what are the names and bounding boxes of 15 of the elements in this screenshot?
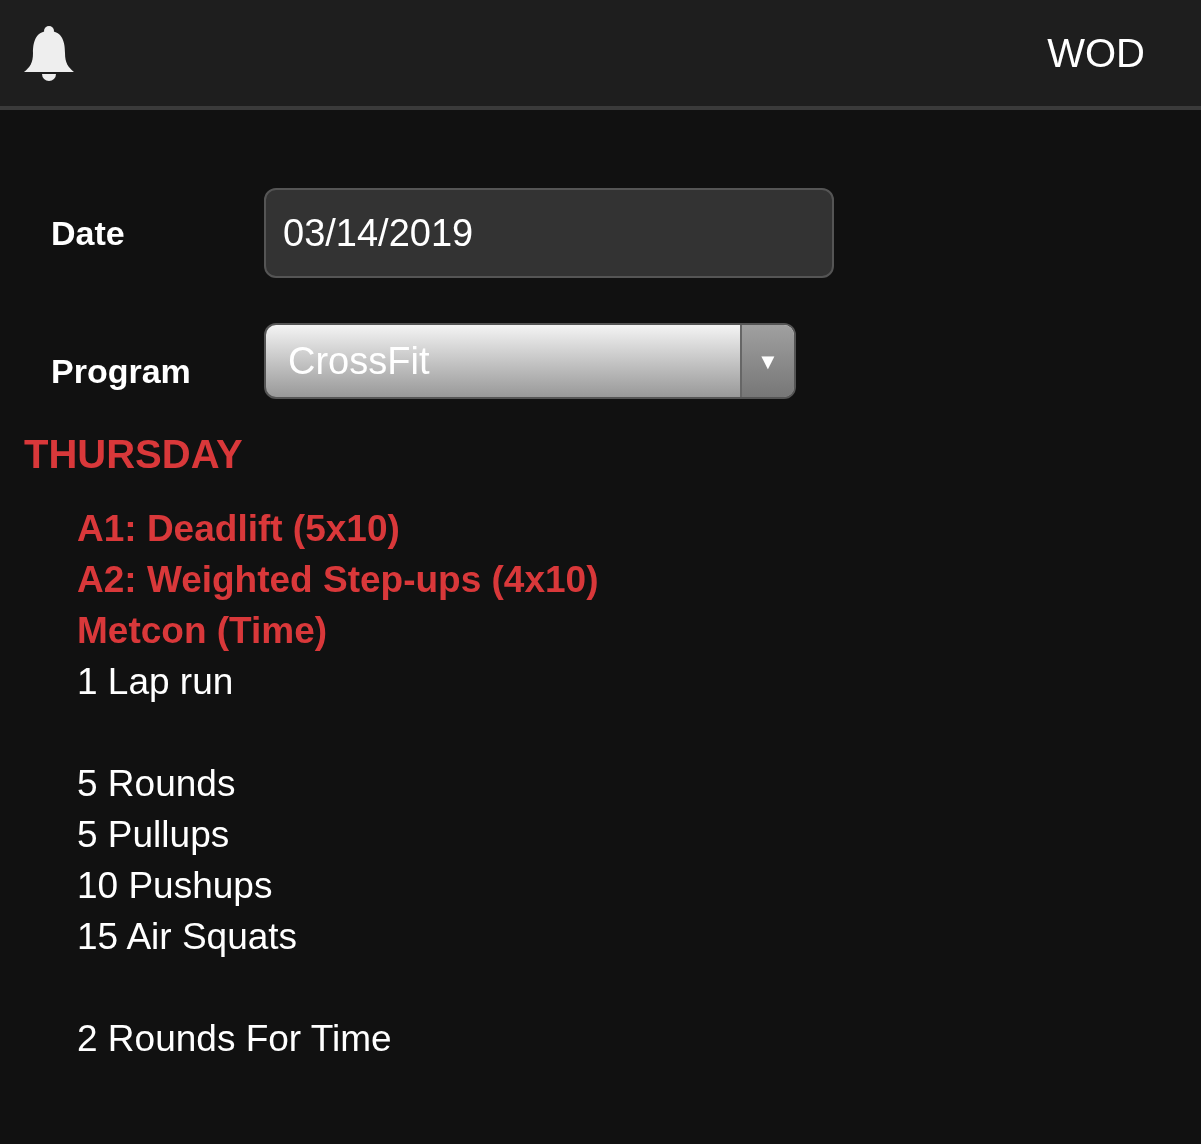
day-heading: THURSDAY [23,431,244,478]
exercise-heading: A2: Weighted Step-ups (4x10) [77,558,599,602]
date-field[interactable]: 03/14/2019 [264,188,834,278]
notification-bell-icon[interactable] [22,25,76,81]
exercise-heading: Metcon (Time) [77,609,328,653]
date-label: Date [50,212,126,254]
workout-line: 15 Air Squats [77,915,298,959]
program-label: Program [50,350,192,392]
page-title: WOD [1047,33,1145,73]
workout-line: 5 Rounds [77,762,236,806]
exercise-heading: A1: Deadlift (5x10) [77,507,400,551]
workout-line: 2 Rounds For Time [77,1017,392,1061]
workout-line: 10 Pushups [77,864,273,908]
workout-line: 5 Pullups [77,813,230,857]
workout-line: 1 Lap run [77,660,234,704]
